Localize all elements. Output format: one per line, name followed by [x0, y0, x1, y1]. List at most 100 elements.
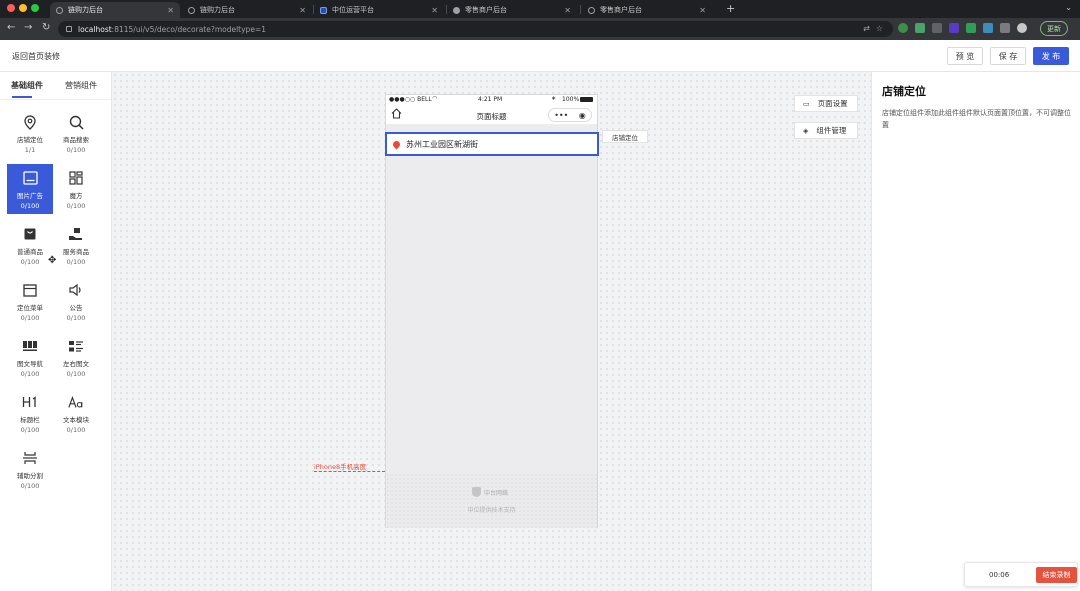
menu-icon: [22, 282, 38, 298]
component-count: 0/100: [66, 202, 86, 210]
component-notice[interactable]: 公告 0/100: [53, 276, 99, 326]
extension-icon[interactable]: [932, 23, 942, 33]
page-settings-label: 页面设置: [817, 99, 848, 108]
url-host: localhost: [78, 24, 112, 34]
phone-preview: ●●●○○ BELL ◠ 4:21 PM ∗ 100% 页面标题 ••• ◉ 苏…: [385, 94, 599, 528]
browser-tab-bar: 链购力后台 ✕ 链购力后台 ✕ 中位运营平台 ✕ 零售商户后台 ✕ 零售商户后台…: [0, 0, 1080, 18]
component-divider[interactable]: 辅助分割 0/100: [7, 444, 53, 494]
component-count: 0/100: [20, 426, 40, 434]
site-info-icon[interactable]: [66, 26, 72, 32]
component-cube[interactable]: 魔方 0/100: [53, 164, 99, 214]
update-browser-button[interactable]: 更新: [1040, 21, 1068, 36]
component-name: 图文导航: [17, 360, 43, 368]
minimize-window-button[interactable]: [19, 4, 27, 12]
tab-search-icon[interactable]: ⌄: [1065, 3, 1072, 12]
component-name: 公告: [69, 304, 83, 312]
search-icon: [68, 114, 84, 130]
component-manage-label: 组件管理: [816, 126, 847, 135]
extension-icon[interactable]: [983, 23, 993, 33]
puzzle-icon[interactable]: [1000, 23, 1010, 33]
browser-tab[interactable]: 零售商户后台 ✕: [447, 2, 577, 18]
url-input[interactable]: localhost:8115/ui/v5/deco/decorate?model…: [58, 21, 893, 37]
miniprogram-capsule[interactable]: ••• ◉: [548, 108, 592, 122]
heading-icon: [22, 394, 38, 410]
component-name: 店铺定位: [17, 136, 43, 144]
publish-button[interactable]: 发 布: [1033, 47, 1069, 65]
tab-marketing-components[interactable]: 营销组件: [65, 80, 97, 91]
tab-basic-components[interactable]: 基础组件: [11, 80, 43, 91]
speaker-icon: [68, 282, 84, 298]
tab-favicon-icon: [188, 6, 195, 14]
globe-favicon-icon: [453, 6, 460, 14]
browser-tab[interactable]: 链购力后台 ✕: [182, 2, 312, 18]
preview-button[interactable]: 预 览: [947, 47, 983, 65]
image-nav-icon: [22, 338, 38, 354]
component-count: 0/100: [20, 482, 40, 490]
extension-icon[interactable]: [949, 23, 959, 33]
browser-tab[interactable]: 零售商户后台 ✕: [582, 2, 712, 18]
tab-close-icon[interactable]: ✕: [431, 6, 438, 15]
divider-icon: [22, 450, 38, 466]
component-name: 定位菜单: [17, 304, 43, 312]
component-service-product[interactable]: 服务商品 0/100: [53, 220, 99, 270]
forward-arrow-icon[interactable]: →: [24, 22, 32, 33]
component-count: 0/100: [66, 314, 86, 322]
phone-status-bar: ●●●○○ BELL ◠ 4:21 PM ∗ 100%: [386, 95, 597, 105]
translate-icon[interactable]: ⇄: [863, 24, 870, 33]
tab-title: 中位运营平台: [332, 6, 374, 14]
stop-recording-button[interactable]: 结束录制: [1036, 567, 1077, 583]
maximize-window-button[interactable]: [31, 4, 39, 12]
location-pin-icon: [391, 139, 402, 149]
page-settings-button[interactable]: ▭ 页面设置: [794, 95, 858, 112]
bookmark-star-icon[interactable]: ☆: [876, 24, 883, 33]
close-window-button[interactable]: [7, 4, 15, 12]
component-manage-button[interactable]: ◈ 组件管理: [794, 122, 858, 139]
component-name: 辅助分割: [17, 472, 43, 480]
component-side-image-text[interactable]: 左右图文 0/100: [53, 332, 99, 382]
profile-avatar-icon[interactable]: [1017, 23, 1027, 33]
panel-description: 店铺定位组件添加此组件组件默认页面置顶位置，不可调整位置: [882, 109, 1071, 129]
iphone-height-label: iPhone8手机高度: [314, 463, 367, 471]
component-normal-product[interactable]: 普通商品 0/100: [7, 220, 53, 270]
component-text-module[interactable]: 文本模块 0/100: [53, 388, 99, 438]
layers-icon: ◈: [803, 126, 809, 135]
extension-icon[interactable]: [898, 23, 908, 33]
browser-tab[interactable]: 中位运营平台 ✕: [314, 2, 444, 18]
clock-text: 4:21 PM: [478, 96, 503, 103]
tab-close-icon[interactable]: ✕: [167, 6, 174, 15]
store-location-block[interactable]: 苏州工业园区新湖街: [385, 132, 599, 156]
extension-icon[interactable]: [966, 23, 976, 33]
reload-icon[interactable]: ↻: [42, 22, 50, 33]
component-sidebar: 基础组件 营销组件 店铺定位 1/1 商品搜索 0/100 图片广告 0/100…: [0, 72, 112, 591]
browser-tab[interactable]: 链购力后台 ✕: [50, 2, 180, 18]
tab-title: 链购力后台: [68, 6, 103, 14]
tab-close-icon[interactable]: ✕: [699, 6, 706, 15]
phone-nav-bar: 页面标题 ••• ◉: [386, 105, 597, 125]
new-tab-button[interactable]: +: [726, 2, 735, 15]
shield-favicon-icon: [320, 6, 327, 14]
url-path: :8115/ui/v5/deco/decorate?modeltype=1: [111, 24, 266, 34]
back-to-home-link[interactable]: 返回首页装修: [12, 51, 60, 62]
iphone-height-line: [314, 471, 385, 472]
active-tab-indicator: [12, 96, 32, 98]
tab-close-icon[interactable]: ✕: [299, 6, 306, 15]
component-count: 0/100: [66, 258, 86, 266]
list-icon: [68, 338, 84, 354]
component-title-bar[interactable]: 标题栏 0/100: [7, 388, 53, 438]
shield-logo-icon: [472, 487, 481, 497]
more-dots-icon[interactable]: •••: [554, 111, 568, 120]
tab-close-icon[interactable]: ✕: [564, 6, 571, 15]
component-image-ad[interactable]: 图片广告 0/100: [7, 164, 53, 214]
back-arrow-icon[interactable]: ←: [7, 22, 15, 33]
component-count: 0/100: [20, 370, 40, 378]
recording-timer: 00:06: [989, 571, 1010, 579]
vue-devtools-icon[interactable]: [915, 23, 925, 33]
component-location-menu[interactable]: 定位菜单 0/100: [7, 276, 53, 326]
battery-text: 100%: [562, 96, 580, 103]
close-target-icon[interactable]: ◉: [579, 111, 586, 120]
tab-title: 零售商户后台: [600, 6, 642, 14]
component-store-location[interactable]: 店铺定位 1/1: [7, 108, 53, 158]
component-product-search[interactable]: 商品搜索 0/100: [53, 108, 99, 158]
save-button[interactable]: 保 存: [990, 47, 1026, 65]
component-image-nav[interactable]: 图文导航 0/100: [7, 332, 53, 382]
